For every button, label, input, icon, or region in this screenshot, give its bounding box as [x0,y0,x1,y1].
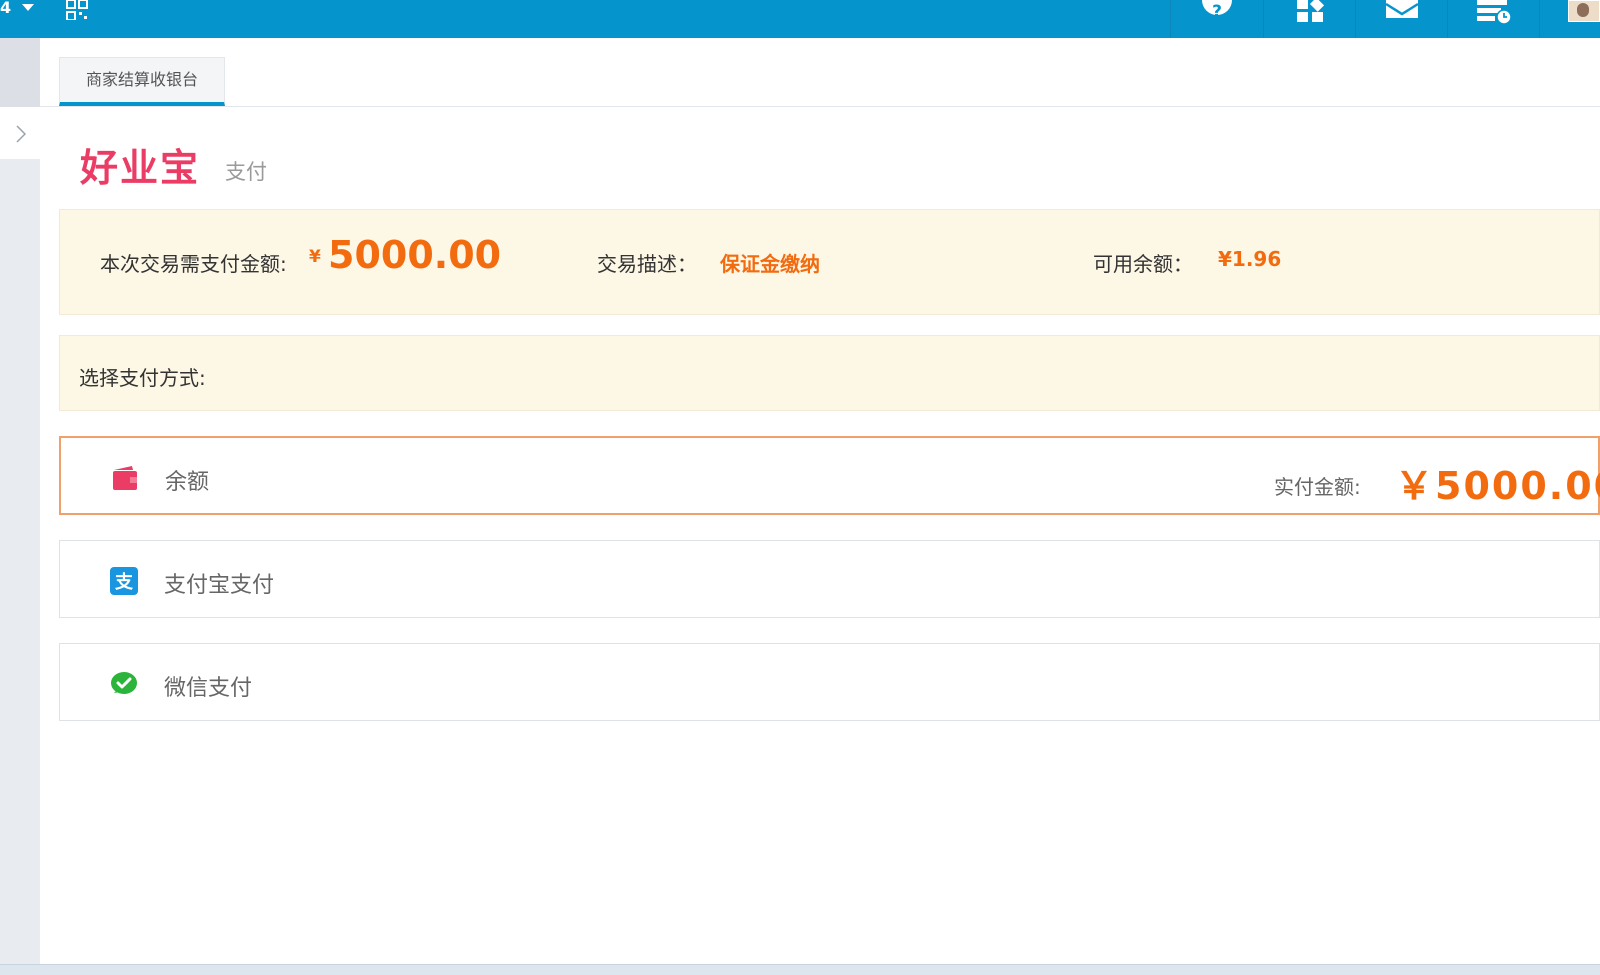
alipay-icon: 支 [110,567,138,595]
balance-label: 可用余额： [1093,252,1193,276]
payment-option-wechat[interactable]: 微信支付 [59,643,1600,721]
wallet-icon [113,466,137,490]
brand-title: 好业宝 [80,145,201,190]
payment-option-label: 余额 [165,470,210,495]
payment-option-label: 微信支付 [164,676,253,701]
tab-merchant-checkout[interactable]: 商家结算收银台 [59,57,225,106]
avatar[interactable] [1568,0,1600,22]
sidebar-expand-button[interactable] [0,107,40,159]
choose-payment-label: 选择支付方式: [79,366,206,390]
payment-method-header: 选择支付方式: [59,335,1600,411]
help-icon: ? [1202,0,1232,22]
svg-text:支: 支 [114,571,134,593]
description-label: 交易描述： [597,252,697,276]
help-button[interactable]: ? [1171,0,1263,38]
paid-amount-label: 实付金额: [1274,475,1361,499]
schedule-button[interactable] [1448,0,1540,38]
description-value: 保证金缴纳 [720,252,820,276]
status-bar [0,964,1600,975]
transaction-info-panel: 本次交易需支付金额: ¥ 5000.00 交易描述： 保证金缴纳 可用余额： ¥… [59,209,1600,315]
top-counter[interactable]: 4 [0,0,11,20]
payment-option-alipay[interactable]: 支 支付宝支付 [59,540,1600,618]
paid-amount-value: ￥5000.00 [1395,464,1600,508]
chevron-down-icon[interactable] [22,4,34,11]
left-sidebar [0,38,40,964]
brand-subtitle: 支付 [225,160,267,184]
top-bar: 4 ? [0,0,1600,38]
wechat-pay-icon [111,672,137,694]
mail-icon [1385,0,1419,18]
mail-button[interactable] [1356,0,1448,38]
balance-value: ¥1.96 [1218,247,1282,271]
sidebar-header [0,38,40,107]
currency-symbol: ¥ [309,247,321,267]
apps-grid-icon [1297,0,1325,22]
qr-code-icon[interactable] [66,0,88,20]
apps-button[interactable] [1264,0,1356,38]
tab-bar: 商家结算收银台 [40,38,1600,107]
chevron-right-icon [16,125,26,143]
payment-option-label: 支付宝支付 [164,573,275,598]
schedule-list-icon [1477,0,1512,24]
svg-text:?: ? [1212,2,1222,22]
amount-value: 5000.00 [328,233,502,277]
amount-label: 本次交易需支付金额: [100,252,287,276]
payment-option-balance[interactable]: 余额 实付金额: ￥5000.00 [59,436,1600,515]
